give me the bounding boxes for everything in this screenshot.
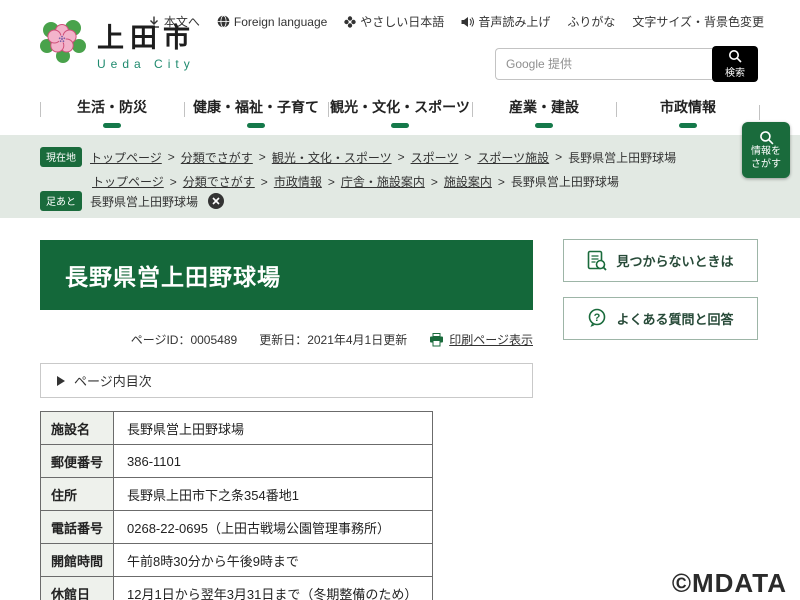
breadcrumb-separator: > [327,174,335,189]
row-value: 0268-22-0695（上田古戦場公園管理事務所） [113,510,433,544]
info-search-button[interactable]: 情報を さがす [742,122,790,178]
nav-active-indicator [391,123,409,128]
nav-item[interactable]: 生活・防災 [40,97,184,128]
city-name-en: Ueda City [97,56,195,71]
table-row: 住所 長野県上田市下之条354番地1 [40,477,433,511]
facility-table: 施設名 長野県営上田野球場 郵便番号 386-1101 住所 長野県上田市下之条… [40,411,433,600]
page-title-banner: 長野県営上田野球場 [40,240,533,310]
flower-icon [344,15,356,28]
utility-furigana[interactable]: ふりがな [567,13,615,30]
search-input[interactable] [495,48,712,80]
utility-foreign-language[interactable]: Foreign language [217,15,327,29]
breadcrumb-separator: > [555,150,563,164]
breadcrumb-link[interactable]: 分類でさがす [181,149,253,166]
breadcrumb-link[interactable]: 施設案内 [444,173,492,190]
breadcrumb-separator: > [258,150,266,164]
nav-item[interactable]: 市政情報 [616,97,760,128]
table-row: 郵便番号 386-1101 [40,444,433,478]
global-nav: 生活・防災 健康・福祉・子育て 観光・文化・スポーツ 産業・建設 市政情報 [0,90,800,135]
breadcrumb-link[interactable]: 分類でさがす [183,173,255,190]
toc-label: ページ内目次 [74,374,152,389]
utility-text-size[interactable]: 文字サイズ・背景色変更 [632,13,764,30]
breadcrumb-link[interactable]: トップページ [90,149,162,166]
row-value: 386-1101 [113,444,433,478]
updated-date: 更新日：2021年4月1日更新 [259,333,408,347]
search-button[interactable]: 検索 [712,46,758,82]
breadcrumb-separator: > [169,174,177,189]
breadcrumb-separator: > [167,150,175,164]
row-value: 長野県上田市下之条354番地1 [113,477,433,511]
document-search-icon [588,250,608,271]
search-icon [729,50,742,63]
breadcrumb-link[interactable]: 市政情報 [274,173,322,190]
breadcrumb-link: 長野県営上田野球場 [568,150,677,165]
footprint-item: 長野県営上田野球場 [90,194,199,209]
caret-right-icon [57,375,65,386]
breadcrumb-separator: > [260,174,268,189]
footprint-badge: 足あと [40,191,82,211]
breadcrumb-link[interactable]: スポーツ施設 [477,149,549,166]
logo-flower-icon [40,20,86,63]
row-header: 電話番号 [40,510,114,544]
table-row: 施設名 長野県営上田野球場 [40,411,433,445]
row-value: 12月1日から翌年3月31日まで（冬期整備のため） [113,576,433,600]
page-title: 長野県営上田野球場 [65,264,281,290]
nav-item[interactable]: 健康・福祉・子育て [184,97,328,128]
table-row: 休館日 12月1日から翌年3月31日まで（冬期整備のため） [40,576,433,600]
printer-icon [430,332,444,346]
speaker-icon [461,16,475,27]
row-header: 施設名 [40,411,114,445]
breadcrumb-link[interactable]: トップページ [92,173,164,190]
page-root: 本文へ Foreign language やさしい日本語 音声読み上げ ふりがな… [0,0,800,600]
breadcrumb-separator: > [497,174,505,189]
row-value: 午前8時30分から午後9時まで [113,543,433,577]
table-row: 開館時間 午前8時30分から午後9時まで [40,543,433,577]
faq-button[interactable]: ? よくある質問と回答 [563,297,758,340]
breadcrumb-link: 長野県営上田野球場 [510,175,619,189]
nav-active-indicator [247,123,265,128]
site-logo[interactable]: 上田市 Ueda City [38,18,196,71]
question-icon: ? [589,308,606,327]
watermark: ©MDATA [671,568,787,598]
table-row: 電話番号 0268-22-0695（上田古戦場公園管理事務所） [40,510,433,544]
toc-accordion[interactable]: ページ内目次 [40,363,533,398]
nav-item[interactable]: 観光・文化・スポーツ [328,97,472,128]
nav-active-indicator [679,123,697,128]
row-header: 郵便番号 [40,444,114,478]
row-header: 住所 [40,477,114,511]
breadcrumb-separator: > [397,150,405,164]
current-location-badge: 現在地 [40,147,82,167]
breadcrumb-band: 現在地 トップページ > 分類でさがす > 観光・文化・スポーツ > スポーツ … [0,135,800,218]
row-header: 休館日 [40,576,114,600]
not-found-button[interactable]: 見つからないときは [563,239,758,282]
breadcrumb-separator: > [464,150,472,164]
utility-easy-japanese[interactable]: やさしい日本語 [344,13,444,30]
breadcrumb-link[interactable]: 観光・文化・スポーツ [272,149,392,166]
print-link[interactable]: 印刷ページ表示 [429,331,533,348]
close-icon[interactable] [208,193,225,209]
breadcrumb-trail-2: トップページ > 分類でさがす > 市政情報 > 庁舎・施設案内 > 施設案内 … [92,173,619,190]
nav-active-indicator [103,123,121,128]
row-value: 長野県営上田野球場 [113,411,433,445]
utility-bar: 本文へ Foreign language やさしい日本語 音声読み上げ ふりがな… [148,13,764,30]
page-id: ページID：0005489 [130,333,238,347]
row-header: 開館時間 [40,543,114,577]
utility-speech-readout[interactable]: 音声読み上げ [461,13,550,30]
search-icon [759,130,773,144]
breadcrumb-trail-1: トップページ > 分類でさがす > 観光・文化・スポーツ > スポーツ > スポ… [90,149,676,166]
city-name: 上田市 [97,23,196,53]
breadcrumb-link[interactable]: スポーツ [411,149,459,166]
globe-icon [217,15,230,28]
svg-text:?: ? [594,312,601,324]
breadcrumb-link[interactable]: 庁舎・施設案内 [341,173,425,190]
page-meta: ページID：0005489 更新日：2021年4月1日更新 印刷ページ表示 [40,331,533,348]
nav-item[interactable]: 産業・建設 [472,97,616,128]
search-form: 検索 [495,46,758,82]
nav-active-indicator [535,123,553,128]
breadcrumb-separator: > [430,174,438,189]
